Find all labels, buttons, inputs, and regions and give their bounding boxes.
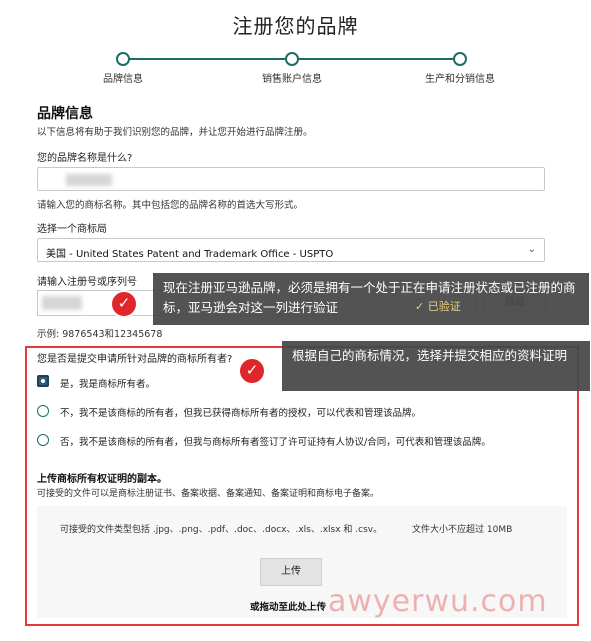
verified-status-badge: ✓ 已验证 — [415, 300, 461, 313]
chevron-down-icon: ⌄ — [527, 244, 536, 255]
annotation-callout-trademark: 现在注册亚马逊品牌，必须是拥有一个处于正在申请注册状态或已注册的商标，亚马逊会对… — [153, 273, 589, 325]
upload-button[interactable]: 上传 — [260, 558, 322, 586]
radio-owner-yes-label[interactable]: 是，我是商标所有者。 — [60, 376, 155, 390]
red-check-badge-2: ✓ — [238, 357, 266, 385]
radio-owner-authorized[interactable] — [37, 405, 49, 417]
annotation-callout-proof: 根据自己的商标情况，选择并提交相应的资料证明 — [282, 341, 590, 391]
trademark-office-select[interactable]: 美国 - United States Patent and Trademark … — [37, 238, 545, 262]
step-3-indicator — [453, 52, 467, 66]
drag-upload-text: 或拖动至此处上传 — [250, 602, 327, 613]
step-1-indicator — [116, 52, 130, 66]
accepted-file-types: 可接受的文件类型包括 .jpg、.png、.pdf、.doc、.docx、.xl… — [60, 525, 383, 535]
brand-section-title: 品牌信息 — [37, 106, 93, 122]
redacted-registration-number — [42, 296, 82, 310]
owner-question-label: 您是否是提交申请所针对品牌的商标所有者? — [37, 354, 233, 365]
step-1-label: 品牌信息 — [103, 74, 143, 85]
watermark: awyerwu.com — [328, 584, 548, 619]
step-3-label: 生产和分销信息 — [425, 74, 495, 85]
redacted-brand-name — [66, 174, 112, 186]
brand-section-description: 以下信息将有助于我们识别您的品牌，并让您开始进行品牌注册。 — [37, 127, 313, 138]
step-2-indicator — [285, 52, 299, 66]
upload-section-title: 上传商标所有权证明的副本。 — [37, 474, 167, 485]
step-2-label: 销售账户信息 — [262, 74, 322, 85]
trademark-office-value: 美国 - United States Patent and Trademark … — [46, 249, 334, 260]
upload-section-description: 可接受的文件可以是商标注册证书、备案收据、备案通知、备案证明和商标电子备案。 — [37, 489, 380, 499]
brand-name-hint: 请输入您的商标名称。其中包括您的品牌名称的首选大写形式。 — [37, 200, 304, 211]
page-title: 注册您的品牌 — [232, 14, 359, 38]
red-check-badge-1: ✓ — [110, 290, 138, 318]
trademark-office-label: 选择一个商标局 — [37, 224, 107, 235]
annotation-callout-trademark-text: 现在注册亚马逊品牌，必须是拥有一个处于正在申请注册状态或已注册的商标，亚马逊会对… — [163, 280, 576, 315]
radio-owner-licensee-label[interactable]: 否，我不是该商标的所有者，但我与商标所有者签订了许可证持有人协议/合同，可代表和… — [60, 434, 491, 448]
brand-name-label: 您的品牌名称是什么? — [37, 153, 133, 164]
radio-owner-yes[interactable] — [37, 375, 49, 387]
file-size-limit: 文件大小不应超过 10MB — [412, 525, 513, 535]
registration-number-label: 请输入注册号或序列号 — [37, 277, 137, 288]
radio-owner-licensee[interactable] — [37, 434, 49, 446]
brand-name-input[interactable] — [37, 167, 545, 191]
registration-example: 示例: 9876543和12345678 — [37, 329, 163, 340]
radio-owner-authorized-label[interactable]: 不，我不是该商标的所有者，但我已获得商标所有者的授权，可以代表和管理该品牌。 — [60, 405, 421, 419]
